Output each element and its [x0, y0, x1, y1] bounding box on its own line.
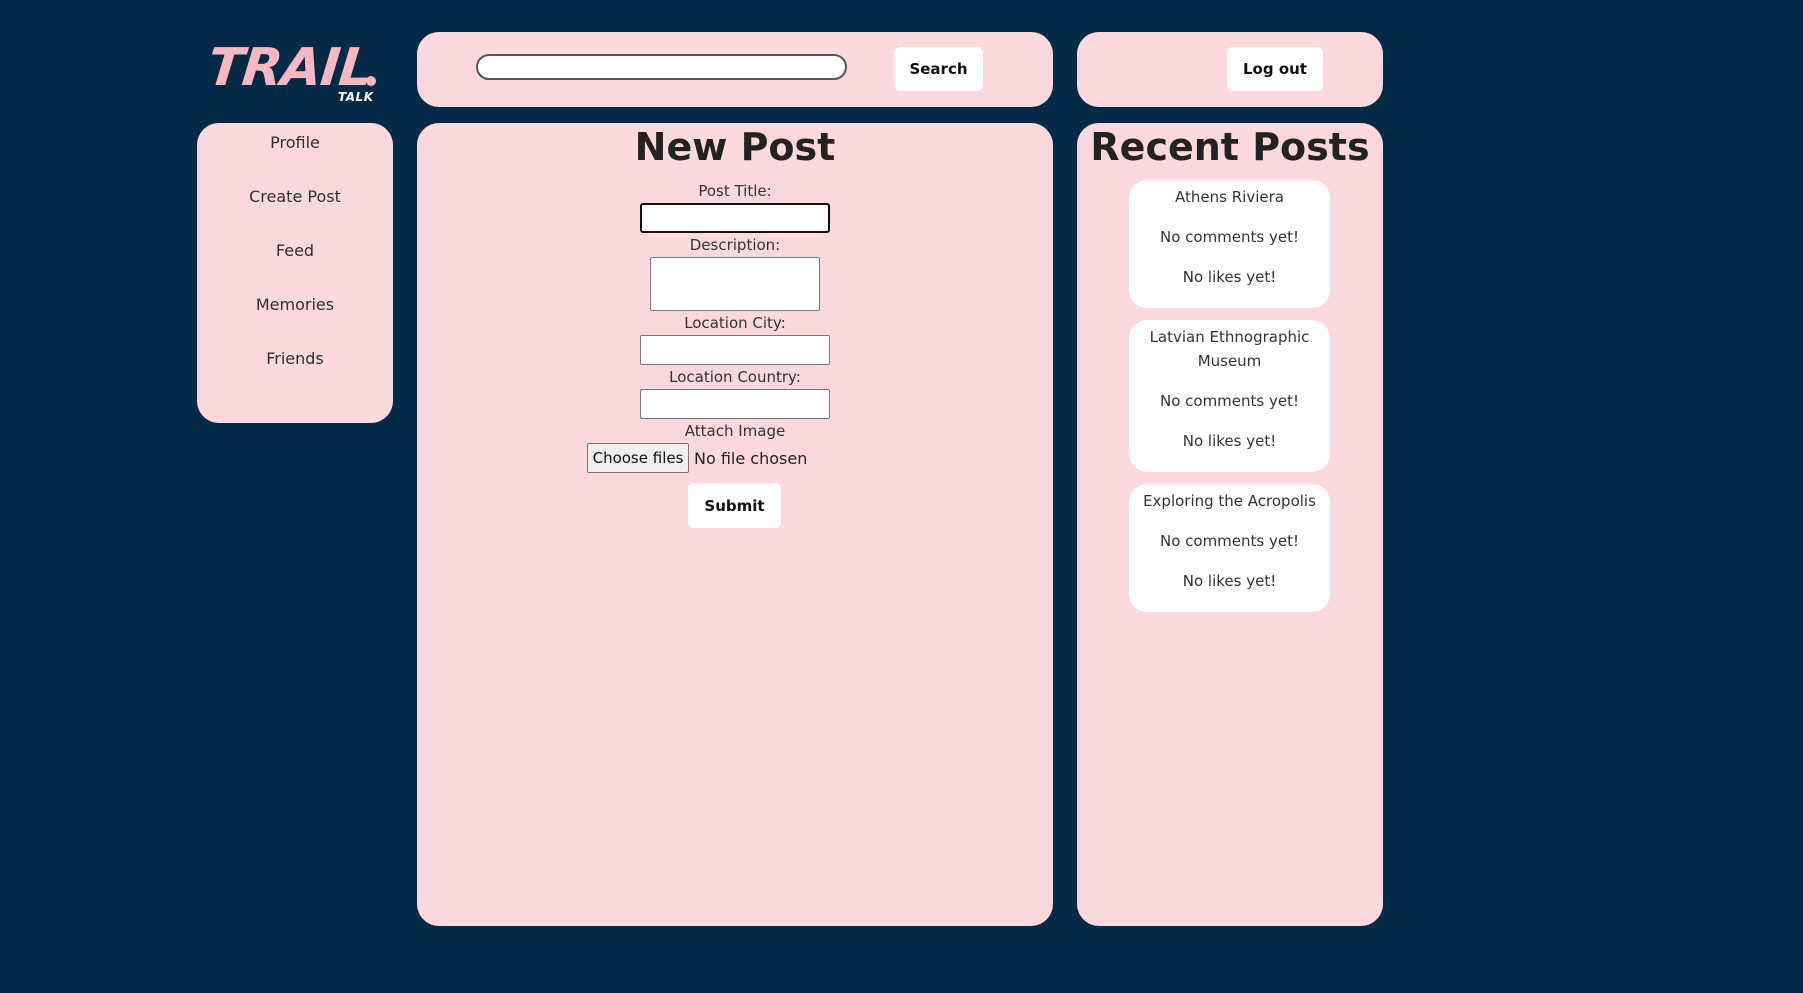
- search-input[interactable]: [476, 54, 847, 80]
- location-city-field[interactable]: [640, 335, 830, 365]
- new-post-panel: New Post Post Title: Description: Locati…: [417, 123, 1053, 926]
- sidebar-item-create-post[interactable]: Create Post: [197, 187, 393, 206]
- post-card[interactable]: Athens Riviera No comments yet! No likes…: [1129, 180, 1330, 308]
- location-country-field[interactable]: [640, 389, 830, 419]
- attach-image-label: Attach Image: [684, 422, 786, 440]
- post-likes: No likes yet!: [1182, 268, 1277, 286]
- logout-button[interactable]: Log out: [1227, 47, 1323, 91]
- page-title: New Post: [634, 125, 836, 169]
- logo-dot: [366, 76, 376, 86]
- choose-files-button[interactable]: Choose files: [587, 443, 689, 473]
- post-title: Latvian Ethnographic Museum: [1149, 328, 1310, 370]
- post-likes: No likes yet!: [1182, 572, 1277, 590]
- sidebar-item-friends[interactable]: Friends: [197, 349, 393, 368]
- post-title-field[interactable]: [640, 203, 830, 233]
- description-field[interactable]: [650, 257, 820, 311]
- logo[interactable]: TRAIL TALK: [204, 38, 388, 108]
- submit-button[interactable]: Submit: [688, 483, 781, 528]
- logo-sub-text: TALK: [338, 90, 374, 104]
- logo-main-text: TRAIL: [204, 38, 375, 98]
- sidebar-item-memories[interactable]: Memories: [197, 295, 393, 314]
- sidebar-item-profile[interactable]: Profile: [197, 133, 393, 152]
- post-comments: No comments yet!: [1159, 532, 1299, 550]
- description-label: Description:: [689, 236, 781, 254]
- sidebar-nav: Profile Create Post Feed Memories Friend…: [197, 123, 393, 423]
- recent-posts-panel: Recent Posts Athens Riviera No comments …: [1077, 123, 1383, 926]
- search-panel: Search: [417, 32, 1053, 107]
- post-likes: No likes yet!: [1182, 432, 1277, 450]
- post-title: Exploring the Acropolis: [1143, 492, 1316, 510]
- file-input: Choose files No file chosen: [587, 443, 807, 473]
- location-city-label: Location City:: [684, 314, 786, 332]
- post-title: Athens Riviera: [1175, 188, 1284, 206]
- account-panel: Log out: [1077, 32, 1383, 107]
- recent-posts-title: Recent Posts: [1090, 125, 1370, 169]
- post-comments: No comments yet!: [1159, 392, 1299, 410]
- file-status-text: No file chosen: [694, 448, 808, 468]
- location-country-label: Location Country:: [669, 368, 801, 386]
- post-card[interactable]: Exploring the Acropolis No comments yet!…: [1129, 484, 1330, 612]
- sidebar-item-feed[interactable]: Feed: [197, 241, 393, 260]
- post-comments: No comments yet!: [1159, 228, 1299, 246]
- post-card[interactable]: Latvian Ethnographic Museum No comments …: [1129, 320, 1330, 472]
- search-button[interactable]: Search: [894, 47, 983, 91]
- post-title-label: Post Title:: [698, 182, 772, 200]
